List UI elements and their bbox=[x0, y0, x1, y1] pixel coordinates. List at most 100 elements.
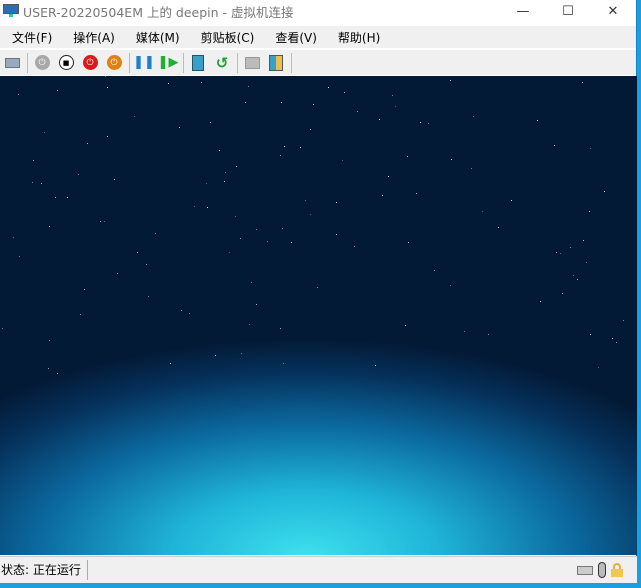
save-button[interactable]: ⏻ bbox=[104, 53, 124, 73]
star bbox=[555, 252, 557, 254]
star bbox=[1, 328, 3, 330]
menu-help[interactable]: 帮助(H) bbox=[326, 29, 389, 46]
star bbox=[598, 366, 600, 368]
star bbox=[77, 173, 79, 175]
star bbox=[582, 239, 584, 241]
power-gray-icon: ⏻ bbox=[34, 55, 50, 70]
star bbox=[282, 362, 284, 364]
divider bbox=[27, 52, 28, 73]
toolbar: ⏻ ■ ⏻ ⏻ ❚❚ ❚▶ ↺ bbox=[0, 50, 636, 75]
star bbox=[33, 159, 35, 161]
star bbox=[304, 200, 306, 202]
star bbox=[569, 246, 571, 248]
menu-view[interactable]: 查看(V) bbox=[263, 29, 326, 46]
maximize-button[interactable]: ☐ bbox=[545, 0, 591, 22]
menu-file[interactable]: 文件(F) bbox=[0, 29, 61, 46]
star bbox=[57, 90, 59, 92]
star bbox=[283, 145, 285, 147]
keyboard-icon bbox=[577, 565, 593, 575]
star bbox=[415, 193, 417, 195]
enhanced-session-button[interactable] bbox=[242, 53, 262, 73]
star bbox=[616, 341, 618, 343]
star bbox=[40, 182, 42, 184]
star bbox=[559, 252, 561, 254]
star bbox=[104, 76, 106, 78]
minimize-button[interactable]: — bbox=[500, 0, 546, 22]
status-text: 状态: 正在运行 bbox=[0, 560, 88, 580]
star bbox=[374, 365, 376, 367]
star bbox=[540, 301, 542, 303]
star bbox=[498, 226, 500, 228]
lock-icon bbox=[611, 563, 623, 577]
star bbox=[248, 85, 250, 87]
star bbox=[250, 281, 252, 283]
star bbox=[224, 181, 226, 183]
star bbox=[137, 251, 139, 253]
divider bbox=[291, 52, 292, 73]
share-button[interactable] bbox=[266, 53, 286, 73]
star bbox=[537, 119, 539, 121]
star bbox=[178, 127, 180, 129]
star bbox=[577, 279, 579, 281]
start-button[interactable]: ⏻ bbox=[32, 53, 52, 73]
star bbox=[344, 91, 346, 93]
star bbox=[312, 103, 314, 105]
menu-media[interactable]: 媒体(M) bbox=[124, 29, 189, 46]
turn-off-button[interactable]: ■ bbox=[56, 53, 76, 73]
star bbox=[117, 273, 119, 275]
vm-monitor-icon bbox=[3, 4, 19, 18]
star bbox=[219, 150, 221, 152]
star bbox=[43, 131, 45, 133]
star bbox=[236, 165, 238, 167]
star bbox=[17, 94, 19, 96]
star bbox=[450, 285, 452, 287]
resume-button[interactable]: ❚▶ bbox=[157, 53, 179, 73]
power-orange-icon: ⏻ bbox=[106, 55, 122, 70]
resume-icon: ❚▶ bbox=[157, 55, 179, 70]
star bbox=[428, 123, 430, 125]
star bbox=[488, 333, 490, 335]
star bbox=[433, 270, 435, 272]
star bbox=[200, 82, 202, 84]
star bbox=[235, 216, 237, 218]
vm-display[interactable] bbox=[0, 76, 637, 555]
star bbox=[240, 352, 242, 354]
star bbox=[267, 241, 269, 243]
star bbox=[229, 251, 231, 253]
checkpoint-button[interactable] bbox=[188, 53, 208, 73]
star bbox=[48, 225, 50, 227]
star bbox=[248, 323, 250, 325]
keyboard-icon bbox=[4, 57, 20, 68]
checkpoint-icon bbox=[192, 54, 204, 71]
share-icon bbox=[269, 54, 283, 71]
star bbox=[206, 183, 208, 185]
star bbox=[590, 334, 592, 336]
menu-action[interactable]: 操作(A) bbox=[61, 29, 124, 46]
status-bar: 状态: 正在运行 bbox=[0, 556, 637, 583]
star bbox=[146, 264, 148, 266]
star bbox=[464, 331, 466, 333]
pause-button[interactable]: ❚❚ bbox=[133, 53, 155, 73]
star bbox=[49, 340, 51, 342]
divider bbox=[183, 52, 184, 73]
star bbox=[381, 194, 383, 196]
star bbox=[603, 190, 605, 192]
star bbox=[354, 246, 356, 248]
menu-clipboard[interactable]: 剪贴板(C) bbox=[189, 29, 264, 46]
star bbox=[103, 221, 105, 223]
star bbox=[341, 159, 343, 161]
star bbox=[511, 199, 513, 201]
ctrl-alt-del-button[interactable] bbox=[2, 53, 22, 73]
star bbox=[255, 303, 257, 305]
close-button[interactable]: ✕ bbox=[590, 0, 636, 22]
star bbox=[379, 119, 381, 120]
star bbox=[244, 102, 246, 104]
revert-button[interactable]: ↺ bbox=[212, 53, 232, 73]
shut-down-button[interactable]: ⏻ bbox=[80, 53, 100, 73]
star bbox=[55, 197, 56, 199]
star bbox=[79, 313, 81, 315]
star bbox=[188, 313, 190, 315]
star bbox=[66, 197, 68, 199]
star bbox=[282, 227, 284, 229]
star bbox=[86, 143, 88, 145]
